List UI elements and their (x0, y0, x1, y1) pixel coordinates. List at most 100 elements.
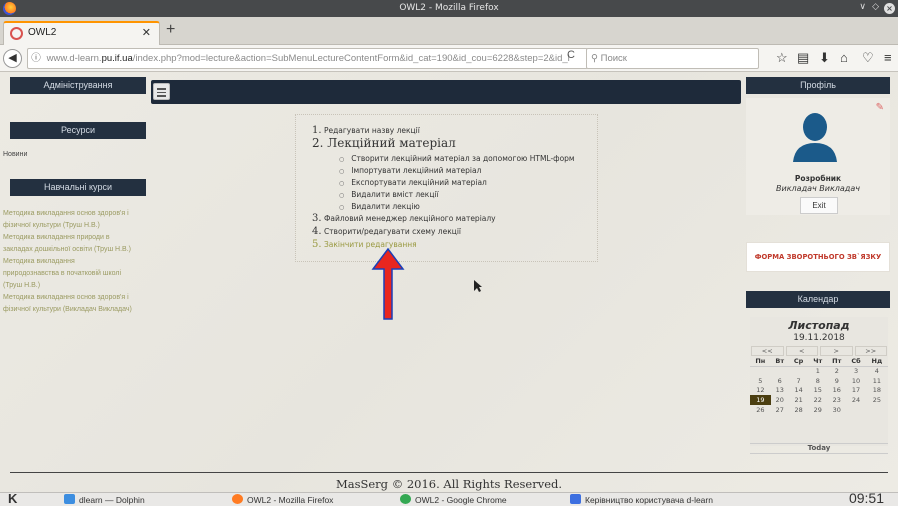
tab-label: OWL2 (28, 27, 57, 38)
tab-favicon-icon (10, 27, 23, 40)
minimize-icon[interactable]: ∨ (859, 2, 866, 12)
calendar-today-button[interactable]: Today (750, 443, 888, 454)
lecture-subitem-import[interactable]: Імпортувати лекційний матеріал (339, 166, 481, 175)
calendar-day[interactable]: 9 (827, 376, 846, 386)
profile-name: Розробник (794, 174, 842, 183)
calendar-day[interactable]: 1 (808, 366, 827, 376)
profile-card: ✎ Розробник Викладач Викладач Exit (746, 98, 890, 215)
calendar-day[interactable]: 21 (789, 395, 809, 405)
lecture-menu-item-scheme[interactable]: 4. Створити/редагувати схему лекції (312, 226, 461, 237)
calendar-nav: << < > >> (750, 346, 888, 356)
calendar-day[interactable]: 25 (866, 395, 888, 405)
lecture-menu-item-material[interactable]: 2. Лекційний матеріал (312, 136, 456, 150)
calendar-day[interactable]: 13 (771, 386, 789, 396)
calendar-day[interactable]: 5 (750, 376, 771, 386)
calendar-day[interactable]: 18 (866, 386, 888, 396)
site-info-icon[interactable]: ⓘ (28, 49, 44, 68)
maximize-icon[interactable]: ◇ (872, 2, 879, 12)
course-link-line[interactable]: (Труш Н.В.) (3, 280, 40, 292)
search-placeholder: Поиск (600, 53, 627, 64)
calendar-day[interactable]: 23 (827, 395, 846, 405)
course-link-line[interactable]: природознавства в початковій школі (3, 268, 121, 280)
reload-icon[interactable]: C (567, 49, 575, 61)
bookmark-star-icon[interactable]: ☆ (776, 50, 788, 66)
calendar-day[interactable]: 24 (846, 395, 865, 405)
calendar-day[interactable]: 14 (789, 386, 809, 396)
calendar-next-month-button[interactable]: > (820, 346, 853, 356)
sidebar-item-news[interactable]: Новини (3, 149, 27, 161)
calendar-prev-year-button[interactable]: << (751, 346, 784, 356)
downloads-icon[interactable]: ⬇ (819, 50, 830, 66)
taskbar-item[interactable]: Керівництво користувача d-learn (570, 494, 730, 506)
admin-panel-title[interactable]: Адміністрування (10, 77, 146, 94)
calendar-day[interactable]: 3 (846, 366, 865, 376)
course-link-line[interactable]: фізичної культури (Труш Н.В.) (3, 220, 100, 232)
reading-list-icon[interactable]: ▤ (797, 50, 809, 66)
courses-panel-title: Навчальні курси (10, 179, 146, 196)
calendar-day[interactable]: 8 (808, 376, 827, 386)
lecture-menu-item-file-manager[interactable]: 3. Файловий менеджер лекційного матеріал… (312, 213, 496, 224)
tab-owl2[interactable]: OWL2 ✕ (3, 21, 160, 45)
calendar-day[interactable]: 20 (771, 395, 789, 405)
search-input[interactable]: ⚲ Поиск (586, 48, 759, 69)
taskbar-item[interactable]: OWL2 - Mozilla Firefox (232, 494, 333, 506)
calendar-day[interactable]: 28 (789, 405, 809, 415)
lecture-edit-menu: 1. Редагувати назву лекції 2. Лекційний … (295, 114, 598, 262)
calendar-day[interactable]: 4 (866, 366, 888, 376)
lecture-menu-item-rename[interactable]: 1. Редагувати назву лекції (312, 125, 420, 136)
lecture-subitem-delete-content[interactable]: Видалити вміст лекції (339, 190, 438, 199)
calendar-day[interactable]: 26 (750, 405, 771, 415)
calendar-day[interactable]: 12 (750, 386, 771, 396)
url-bar[interactable]: ⓘ www.d-learn.pu.if.ua/index.php?mod=lec… (27, 48, 588, 69)
calendar-prev-month-button[interactable]: < (785, 346, 818, 356)
course-link-line[interactable]: Методика викладання основ здоров'я і (3, 292, 129, 304)
calendar-day[interactable]: 6 (771, 376, 789, 386)
calendar-day[interactable]: 11 (866, 376, 888, 386)
calendar-day[interactable]: 29 (808, 405, 827, 415)
course-link-line[interactable]: Методика викладання природи в (3, 232, 110, 244)
course-link-line[interactable]: закладах дошкільної освіти (Труш Н.В.) (3, 244, 131, 256)
menu-toggle-icon[interactable] (153, 83, 170, 100)
calendar-day[interactable]: 7 (789, 376, 809, 386)
calendar-day[interactable]: 16 (827, 386, 846, 396)
footer-divider (10, 472, 888, 473)
exit-button[interactable]: Exit (800, 197, 838, 214)
home-icon[interactable]: ⌂ (840, 50, 848, 65)
course-link-line[interactable]: фізичної культури (Викладач Викладач) (3, 304, 132, 316)
pocket-icon[interactable]: ♡ (862, 50, 874, 66)
calendar-day[interactable]: 22 (808, 395, 827, 405)
calendar-weekday: Нд (865, 356, 888, 367)
calendar-week-row: 1234 (750, 366, 888, 376)
new-tab-icon[interactable]: + (166, 21, 175, 39)
taskbar-clock: 09:51 (848, 492, 884, 506)
lecture-subitem-delete-lecture[interactable]: Видалити лекцію (339, 202, 420, 211)
calendar-day[interactable]: 15 (808, 386, 827, 396)
window-titlebar: OWL2 - Mozilla Firefox ∨ ◇ × (0, 0, 898, 17)
calendar-day[interactable]: 2 (827, 366, 846, 376)
course-link-line[interactable]: Методика викладання (3, 256, 75, 268)
calendar-next-year-button[interactable]: >> (854, 346, 887, 356)
edit-pencil-icon[interactable]: ✎ (876, 102, 884, 113)
profile-panel-title: Профіль (746, 77, 890, 94)
red-up-arrow-annotation (371, 247, 405, 320)
window-close-icon[interactable]: × (884, 3, 895, 14)
calendar-day[interactable]: 30 (827, 405, 846, 415)
calendar-day[interactable]: 17 (846, 386, 865, 396)
course-link-line[interactable]: Методика викладання основ здоров'я і (3, 208, 129, 220)
feedback-form-link[interactable]: ФОРМА ЗВОРОТНЬОГО ЗВ`ЯЗКУ (746, 242, 890, 272)
tab-close-icon[interactable]: ✕ (142, 26, 151, 39)
kde-launcher-icon[interactable]: K (8, 493, 17, 506)
taskbar-item[interactable]: dlearn — Dolphin (64, 494, 145, 506)
user-avatar-icon (793, 113, 837, 162)
calendar-day[interactable]: 19 (750, 395, 771, 406)
calendar-panel-title: Календар (746, 291, 890, 308)
taskbar-item[interactable]: OWL2 - Google Chrome (400, 494, 507, 506)
lecture-subitem-export[interactable]: Експортувати лекційний матеріал (339, 178, 487, 187)
calendar-day (750, 366, 771, 376)
calendar-day[interactable]: 10 (846, 376, 865, 386)
hamburger-menu-icon[interactable]: ≡ (884, 50, 892, 65)
lecture-subitem-create-html[interactable]: Створити лекційний матеріал за допомогою… (339, 154, 574, 163)
back-arrow-icon[interactable]: ◀ (3, 49, 22, 68)
calendar-day[interactable]: 27 (771, 405, 789, 415)
profile-role: Викладач Викладач (776, 184, 860, 193)
